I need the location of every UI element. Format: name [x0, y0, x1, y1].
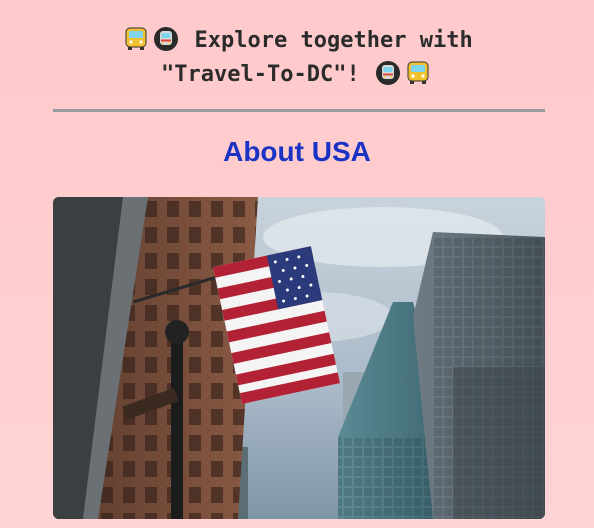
metro-icon [375, 61, 400, 85]
bus-icon [407, 61, 429, 84]
header-divider [53, 109, 545, 112]
metro-icon [154, 27, 179, 51]
section-title: About USA [223, 136, 371, 167]
us-flag-skyscrapers-photo [53, 197, 545, 519]
header-line-1: Explore together with [0, 24, 594, 58]
page-header: Explore together with "Travel-To-DC"! [0, 24, 594, 92]
header-text-line-1: Explore together with [194, 28, 473, 53]
bus-icon [125, 27, 147, 50]
header-text-line-2: "Travel-To-DC"! [161, 62, 360, 87]
header-line-2: "Travel-To-DC"! [0, 58, 594, 92]
